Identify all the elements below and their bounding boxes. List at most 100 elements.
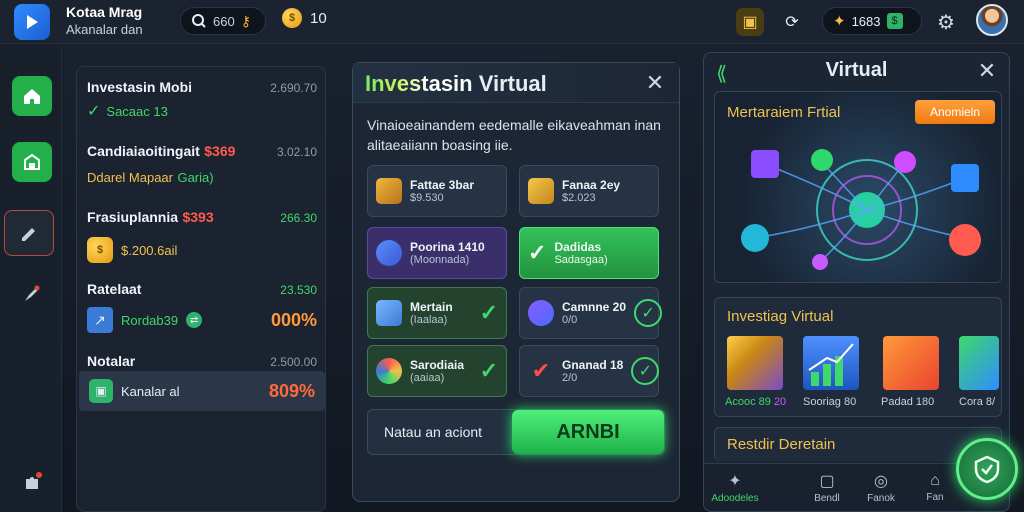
list-item-sub: Kanalar al [121, 383, 180, 399]
search-icon [192, 14, 206, 28]
growth-thumbnail[interactable] [803, 336, 859, 390]
option-card[interactable]: Mertain (Iaalaa) ✓ [367, 287, 507, 339]
balance-pill[interactable]: ✦ 1683 $ [822, 7, 922, 35]
coin-count: 10 [310, 9, 327, 27]
check-icon: ✓ [528, 240, 547, 265]
top-bar: Kotaa Mrag Akanalar dan 660 ⚷ $ 10 ▣ ⟳ ✦… [0, 0, 1024, 44]
gear-icon[interactable]: ⚙ [932, 8, 960, 36]
chart-icon: ↗ [87, 307, 113, 333]
avatar[interactable] [976, 4, 1008, 36]
app-icon: ▣ [89, 379, 113, 403]
option-card[interactable]: ✔ Gnanad 18 2/0 ✓ [519, 345, 660, 397]
coin-stack-icon: $ [87, 237, 113, 263]
balance-value: 1683 [851, 13, 881, 29]
option-value: 0/0 [562, 314, 578, 326]
thumb-label: Cora 8/ [959, 396, 996, 408]
list-item-title: Candiaiaoitingait [87, 143, 200, 159]
coin-counter[interactable]: $ 10 [282, 8, 327, 28]
app-logo-icon[interactable] [14, 4, 50, 40]
list-item[interactable]: Frasiuplannia $393 266.30 $ $.200.6ail [87, 209, 317, 263]
modal-title: Investasin Virtual [365, 71, 547, 96]
puzzle-icon[interactable] [12, 462, 52, 502]
option-value: 2/0 [562, 372, 578, 384]
crate-icon [376, 178, 402, 204]
option-card[interactable]: Fanaa 2ey $2.023 [519, 165, 659, 217]
shop-icon[interactable] [12, 142, 52, 182]
home-icon[interactable] [12, 76, 52, 116]
confirm-button[interactable]: ARNBI [512, 410, 664, 454]
check-circle-icon: ✓ [634, 299, 663, 327]
section-title: Restdir Deretain [727, 436, 836, 453]
option-card[interactable]: Fattae 3bar $9.530 [367, 165, 507, 217]
option-card[interactable]: Sarodiaia (aaiaa) ✓ [367, 345, 507, 397]
wallet-icon: $ [886, 13, 903, 29]
heart-check-icon: ✔ [531, 358, 551, 383]
option-title: Gnanad 18 [562, 358, 624, 372]
hero-title: Mertaraiem Frtial [727, 104, 841, 121]
box-icon [528, 178, 554, 204]
option-card-selected[interactable]: ✓ Dadidas Sadasgaa) [519, 227, 659, 279]
list-item-value: 3.02.10 [276, 145, 317, 159]
list-item[interactable]: Notalar 2.500.00 [87, 353, 317, 369]
search-pill[interactable]: 660 ⚷ [180, 7, 266, 35]
app-window: Kotaa Mrag Akanalar dan 660 ⚷ $ 10 ▣ ⟳ ✦… [0, 0, 1024, 512]
vehicle-thumbnail[interactable] [883, 336, 939, 390]
nav-item-store[interactable]: ⌂ Fan [910, 472, 960, 503]
close-icon[interactable]: ✕ [643, 70, 667, 95]
refresh-icon[interactable]: ⟳ [778, 8, 806, 36]
list-item-badge: $393 [182, 209, 214, 225]
list-item[interactable]: Candiaiaoitingait $369 3.02.10 Ddarel Ma… [87, 143, 317, 187]
list-item-selected[interactable]: ▣ Kanalar al 809% [79, 371, 325, 411]
thumb-label: Padad 180 [881, 396, 935, 408]
nav-item-list[interactable]: ▢ Bendl [802, 471, 852, 504]
nav-item-home[interactable]: ✦ Adoodeles [710, 471, 760, 504]
nav-item-target[interactable]: ◎ Fanok [856, 471, 906, 504]
gift-icon[interactable]: ▣ [736, 8, 764, 36]
nav-icon: ✦ [728, 473, 742, 490]
hero-card: Mertaraiem Frtial Anomieln [714, 91, 1002, 283]
edit-icon[interactable] [4, 210, 54, 256]
option-value: (Iaalaa) [410, 314, 448, 326]
modal-header: Investasin Virtual ✕ [353, 63, 679, 103]
hero-button[interactable]: Anomieln [915, 100, 995, 124]
option-title: Camnne 20 [562, 300, 627, 314]
option-value: $9.530 [410, 192, 444, 204]
check-circle-icon: ✓ [631, 357, 660, 385]
thumb-label: Acooc 89 20 [725, 396, 787, 408]
check-icon: ✓ [479, 300, 498, 325]
list-item-percent: 809% [268, 380, 315, 401]
rocket-icon[interactable] [12, 274, 52, 314]
nav-icon: ◎ [874, 473, 888, 490]
money-icon: ✦ [833, 13, 846, 30]
coin-icon: $ [282, 8, 302, 28]
app-subtitle: Akanalar dan [66, 22, 143, 37]
close-icon[interactable]: ✕ [975, 58, 999, 83]
share-icon: ⇄ [186, 312, 203, 328]
list-item[interactable]: Ratelaat 23.530 ↗ Rordab39 ⇄ 000% [87, 281, 317, 333]
coins-thumbnail[interactable] [727, 336, 783, 390]
check-icon: ✓ [479, 358, 498, 383]
list-item-sub: Rordab39 [121, 312, 179, 328]
option-title: Fattae 3bar [410, 178, 475, 192]
list-item[interactable]: Investasin Mobi 2.690.70 ✓ Sacaac 13 [87, 79, 317, 121]
list-item-percent: 000% [270, 309, 317, 330]
list-item-sub: Ddarel Mapaar [87, 170, 173, 185]
option-value: $2.023 [562, 192, 596, 204]
link-chain-icon [528, 300, 554, 326]
option-value: (Moonnada) [410, 254, 470, 266]
action-bar: Natau an aciont ARNBI [367, 409, 665, 455]
shield-fab-icon[interactable] [956, 438, 1018, 500]
list-item-badge: $369 [204, 143, 236, 159]
left-rail [0, 46, 62, 512]
palette-icon [376, 358, 402, 384]
network-graphic [741, 149, 981, 270]
action-label: Natau an aciont [384, 424, 483, 440]
option-card[interactable]: Poorina 1410 (Moonnada) [367, 227, 507, 279]
option-value: Sadasgaa) [554, 254, 608, 266]
option-card[interactable]: Camnne 20 0/0 ✓ [519, 287, 663, 339]
truck-icon [376, 300, 402, 326]
investment-list: Investasin Mobi 2.690.70 ✓ Sacaac 13 Can… [76, 66, 326, 512]
list-item-title: Frasiuplannia [87, 209, 179, 225]
list-item-value: 266.30 [280, 211, 317, 225]
person-thumbnail[interactable] [959, 336, 999, 390]
